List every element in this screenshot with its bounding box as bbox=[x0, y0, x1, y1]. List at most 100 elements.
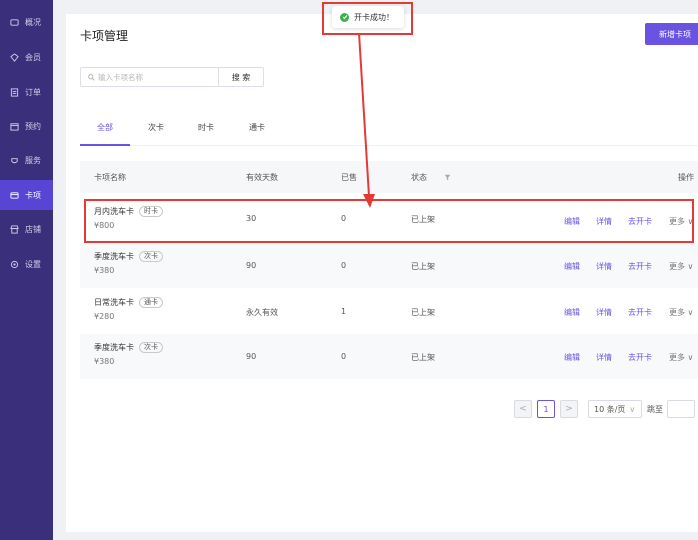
open-card-link[interactable]: 去开卡 bbox=[628, 261, 652, 272]
sidebar-item-label: 预约 bbox=[25, 121, 41, 131]
more-label: 更多 bbox=[669, 353, 685, 362]
search-input[interactable] bbox=[98, 72, 208, 82]
status-text: 已上架 bbox=[411, 353, 435, 362]
page-number-current[interactable]: 1 bbox=[537, 400, 555, 418]
table-row: 季度洗车卡 次卡 ¥380 90 0 已上架 编辑 详情 去开卡 更多 ∨ bbox=[80, 243, 698, 288]
check-circle-icon bbox=[340, 12, 349, 22]
detail-link[interactable]: 详情 bbox=[596, 216, 612, 227]
edit-link[interactable]: 编辑 bbox=[564, 307, 580, 318]
sidebar-item-settings[interactable]: 设置 bbox=[0, 249, 53, 279]
tab-bar: 全部 次卡 时卡 通卡 bbox=[80, 118, 698, 146]
card-price: ¥800 bbox=[94, 221, 115, 230]
chevron-down-icon: ∨ bbox=[629, 404, 636, 414]
more-label: 更多 bbox=[669, 308, 685, 317]
sidebar-item-label: 店铺 bbox=[25, 224, 41, 234]
card-name: 月内洗车卡 bbox=[94, 207, 134, 216]
card-type-tag: 时卡 bbox=[139, 206, 163, 217]
store-icon bbox=[9, 224, 20, 235]
tab-time-card[interactable]: 时卡 bbox=[198, 122, 214, 133]
success-toast: 开卡成功！ bbox=[332, 6, 404, 28]
card-name: 季度洗车卡 bbox=[94, 343, 134, 352]
chevron-down-icon: ∨ bbox=[687, 353, 694, 362]
sidebar-item-label: 会员 bbox=[25, 52, 41, 62]
open-card-link[interactable]: 去开卡 bbox=[628, 216, 652, 227]
more-label: 更多 bbox=[669, 262, 685, 271]
card-price: ¥280 bbox=[94, 312, 115, 321]
valid-days: 90 bbox=[246, 261, 257, 270]
jump-label: 跳至 bbox=[647, 405, 663, 414]
open-card-link[interactable]: 去开卡 bbox=[628, 307, 652, 318]
service-icon bbox=[9, 155, 20, 166]
column-header-status: 状态 bbox=[411, 173, 427, 182]
tab-count-card[interactable]: 次卡 bbox=[148, 122, 164, 133]
chevron-down-icon: ∨ bbox=[687, 308, 694, 317]
sidebar-item-booking[interactable]: 预约 bbox=[0, 111, 53, 141]
sidebar-item-label: 订单 bbox=[25, 87, 41, 97]
more-dropdown[interactable]: 更多 ∨ bbox=[669, 261, 693, 272]
valid-days: 30 bbox=[246, 214, 257, 223]
column-header-sold: 已售 bbox=[341, 173, 357, 182]
card-name: 日常洗车卡 bbox=[94, 298, 134, 307]
more-label: 更多 bbox=[669, 217, 685, 226]
sold-count: 0 bbox=[341, 352, 347, 361]
page-title: 卡项管理 bbox=[80, 29, 129, 43]
card-price: ¥380 bbox=[94, 357, 115, 366]
status-text: 已上架 bbox=[411, 215, 435, 224]
card-icon bbox=[9, 190, 20, 201]
edit-link[interactable]: 编辑 bbox=[564, 261, 580, 272]
table-row: 季度洗车卡 次卡 ¥380 90 0 已上架 编辑 详情 去开卡 更多 ∨ bbox=[80, 334, 698, 379]
sidebar-item-order[interactable]: 订单 bbox=[0, 77, 53, 107]
order-icon bbox=[9, 87, 20, 98]
toast-message: 开卡成功！ bbox=[354, 12, 394, 22]
tab-active-indicator bbox=[80, 144, 130, 146]
sidebar: 概况 会员 订单 预约 服务 卡项 店铺 设置 bbox=[0, 0, 53, 540]
more-dropdown[interactable]: 更多 ∨ bbox=[669, 307, 693, 318]
prev-page-button[interactable]: < bbox=[514, 400, 532, 418]
status-text: 已上架 bbox=[411, 262, 435, 271]
page-size-value: 10 条/页 bbox=[594, 404, 626, 414]
sidebar-item-store[interactable]: 店铺 bbox=[0, 214, 53, 244]
page-size-select[interactable]: 10 条/页 ∨ bbox=[588, 400, 642, 418]
next-page-button[interactable]: > bbox=[560, 400, 578, 418]
search-button[interactable]: 搜 索 bbox=[218, 67, 264, 87]
sidebar-item-overview[interactable]: 概况 bbox=[0, 7, 53, 37]
table-row: 月内洗车卡 时卡 ¥800 30 0 已上架 编辑 详情 去开卡 更多 ∨ bbox=[80, 198, 698, 243]
detail-link[interactable]: 详情 bbox=[596, 261, 612, 272]
status-text: 已上架 bbox=[411, 308, 435, 317]
search-box bbox=[80, 67, 218, 87]
settings-icon bbox=[9, 259, 20, 270]
sidebar-item-card[interactable]: 卡项 bbox=[0, 180, 53, 210]
booking-icon bbox=[9, 121, 20, 132]
card-name-cell: 季度洗车卡 次卡 bbox=[94, 342, 163, 353]
sold-count: 0 bbox=[341, 214, 347, 223]
new-card-button[interactable]: 新增卡项 bbox=[645, 23, 698, 45]
edit-link[interactable]: 编辑 bbox=[564, 352, 580, 363]
card-type-tag: 次卡 bbox=[139, 251, 163, 262]
sidebar-item-service[interactable]: 服务 bbox=[0, 145, 53, 175]
more-dropdown[interactable]: 更多 ∨ bbox=[669, 216, 693, 227]
sidebar-item-label: 设置 bbox=[25, 259, 41, 269]
detail-link[interactable]: 详情 bbox=[596, 352, 612, 363]
tab-all[interactable]: 全部 bbox=[97, 122, 113, 133]
detail-link[interactable]: 详情 bbox=[596, 307, 612, 318]
table-row: 日常洗车卡 通卡 ¥280 永久有效 1 已上架 编辑 详情 去开卡 更多 ∨ bbox=[80, 289, 698, 334]
sold-count: 0 bbox=[341, 261, 347, 270]
card-name: 季度洗车卡 bbox=[94, 252, 134, 261]
edit-link[interactable]: 编辑 bbox=[564, 216, 580, 227]
table-header: 卡项名称 有效天数 已售 状态 操作 bbox=[80, 161, 698, 193]
valid-days: 永久有效 bbox=[246, 308, 278, 317]
overview-icon bbox=[9, 17, 20, 28]
valid-days: 90 bbox=[246, 352, 257, 361]
open-card-link[interactable]: 去开卡 bbox=[628, 352, 652, 363]
card-type-tag: 通卡 bbox=[139, 297, 163, 308]
card-name-cell: 季度洗车卡 次卡 bbox=[94, 251, 163, 262]
filter-icon[interactable] bbox=[444, 174, 451, 181]
more-dropdown[interactable]: 更多 ∨ bbox=[669, 352, 693, 363]
tab-general-card[interactable]: 通卡 bbox=[249, 122, 265, 133]
sidebar-item-label: 概况 bbox=[25, 17, 41, 27]
card-type-tag: 次卡 bbox=[139, 342, 163, 353]
search-icon bbox=[88, 73, 95, 81]
jump-page-input[interactable] bbox=[667, 400, 695, 418]
column-header-days: 有效天数 bbox=[246, 173, 278, 182]
sidebar-item-member[interactable]: 会员 bbox=[0, 42, 53, 72]
